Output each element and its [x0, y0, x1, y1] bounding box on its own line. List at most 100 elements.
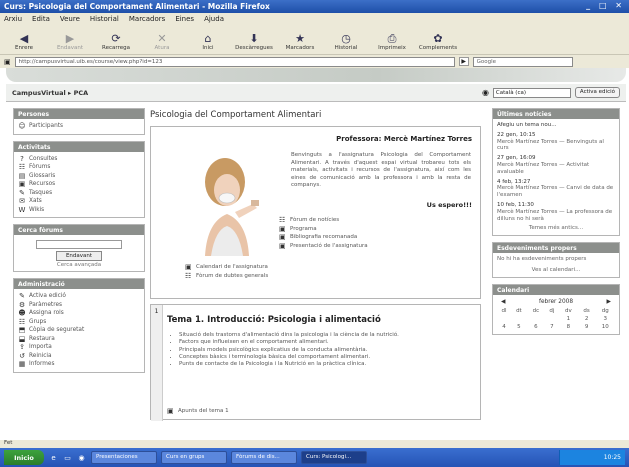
menu-item-historial[interactable]: Historial — [90, 15, 119, 23]
resource-link[interactable]: ▣ Programa — [279, 225, 368, 234]
taskbar-window-button[interactable]: Presentaciones — [91, 451, 157, 464]
globe-icon: ◉ — [481, 88, 489, 97]
calendar-day[interactable]: 2 — [578, 315, 596, 323]
news-item[interactable]: 22 gen, 10:15 Mercè Martínez Torres — Ben… — [497, 132, 615, 152]
sidebar-item-label: Participants — [29, 123, 64, 130]
calendar-day[interactable]: 6 — [527, 323, 545, 331]
resource-link[interactable]: ▣ Bibliografia recomanada — [279, 233, 368, 242]
import-icon: ⇪ — [19, 343, 25, 352]
activity-link-label: Recursos — [29, 181, 56, 188]
calendar-day[interactable]: 7 — [545, 323, 559, 331]
marcadors-button[interactable]: ★ Marcadors — [280, 32, 320, 51]
resource-link[interactable]: ▣ Calendari de l'assignatura — [185, 263, 268, 272]
forum-search-input[interactable] — [36, 240, 122, 249]
activity-link-tasques[interactable]: ✎ Tasques — [18, 189, 140, 198]
activity-link-wikis[interactable]: W Wikis — [18, 206, 140, 215]
language-select[interactable]: Català (ca) — [492, 87, 571, 98]
admin-link-grups[interactable]: ☷ Grups — [18, 318, 140, 327]
menu-item-veure[interactable]: Veure — [60, 15, 80, 23]
news-item[interactable]: 10 feb, 11:30 Mercè Martínez Torres — La … — [497, 202, 615, 222]
events-text: No hi ha esdeveniments propers — [497, 256, 587, 263]
next-month-icon[interactable]: ▶ — [607, 299, 611, 305]
inici-button[interactable]: ⌂ Inici — [188, 32, 228, 51]
enrere-button[interactable]: ◀ Enrere — [4, 32, 44, 51]
desktop-icon[interactable]: ▭ — [63, 454, 72, 462]
ie-icon[interactable]: e — [49, 454, 58, 462]
resource-link[interactable]: ▣ Presentació de l'assignatura — [279, 242, 368, 251]
window-titlebar[interactable]: Curs: Psicologia del Comportament Alimen… — [0, 0, 629, 13]
recarrega-button[interactable]: ⟳ Recarrega — [96, 32, 136, 51]
activity-link-recursos[interactable]: ▣ Recursos — [18, 180, 140, 189]
topic-section: 1 Tema 1. Introducció: Psicologia i alim… — [150, 304, 481, 421]
admin-link-activa-edici-[interactable]: ✎ Activa edició — [18, 292, 140, 301]
site-favicon: ▣ — [4, 57, 11, 66]
taskbar-window-button[interactable]: Curs: Psicologi... — [301, 451, 367, 464]
toolbar-label: Historial — [334, 45, 358, 51]
search-input[interactable]: Google — [472, 56, 573, 67]
calendar-day[interactable]: 5 — [511, 323, 527, 331]
calendar-day[interactable]: 1 — [559, 315, 578, 323]
menu-item-eines[interactable]: Eines — [175, 15, 194, 23]
resource-link[interactable]: ☷ Fòrum de dubtes generals — [185, 272, 268, 281]
activity-link-f-rums[interactable]: ☷ Fòrums — [18, 163, 140, 172]
forum-search-button[interactable]: Endavant — [56, 251, 102, 261]
news-item[interactable]: Afegiu un tema nou... — [497, 122, 615, 129]
sidebar-item-participants[interactable]: ☺ Participants — [18, 122, 140, 131]
start-button[interactable]: Inicio — [4, 450, 44, 465]
admin-link-c-pia-de-seguretat[interactable]: ⬒ Còpia de seguretat — [18, 326, 140, 335]
menu-item-arxiu[interactable]: Arxiu — [4, 15, 22, 23]
news-item[interactable]: 4 feb, 13:27 Mercè Martínez Torres — Canv… — [497, 179, 615, 199]
toolbar-label: Imprimeix — [378, 45, 406, 51]
prev-month-icon[interactable]: ◀ — [501, 299, 505, 305]
atura-button[interactable]: ✕ Atura — [142, 32, 182, 51]
calendar-day[interactable]: 9 — [578, 323, 596, 331]
endavant-button[interactable]: ▶ Endavant — [50, 32, 90, 51]
menu-item-marcadors[interactable]: Marcadors — [129, 15, 165, 23]
admin-link-assigna-rols[interactable]: ☻ Assigna rols — [18, 309, 140, 318]
calendar-day[interactable]: 4 — [497, 323, 511, 331]
menu-item-edita[interactable]: Edita — [32, 15, 50, 23]
firefox-icon[interactable]: ◉ — [77, 454, 86, 462]
taskbar-window-button[interactable]: Fòrums de dis... — [231, 451, 297, 464]
imprimeix-button[interactable]: ⎙ Imprimeix — [372, 32, 412, 51]
advanced-search-link[interactable]: Cerca avançada — [18, 262, 140, 268]
admin-link-reinicia[interactable]: ↺ Reinicia — [18, 352, 140, 361]
activity-link-xats[interactable]: ✉ Xats — [18, 197, 140, 206]
toolbar-label: Descàrregues — [235, 45, 273, 51]
taskbar-window-button[interactable]: Curs en grups — [161, 451, 227, 464]
right-column: Últimes notícies Afegiu un tema nou... 22… — [492, 108, 620, 341]
resource-label: Presentació de l'assignatura — [290, 242, 368, 249]
activity-link-consultes[interactable]: ? Consultes — [18, 155, 140, 164]
resource-link[interactable]: ☷ Fòrum de notícies — [279, 216, 368, 225]
admin-link-importa[interactable]: ⇪ Importa — [18, 343, 140, 352]
main-column: Psicologia del Comportament Alimentari P… — [150, 108, 481, 421]
edit-mode-button[interactable]: Activa edició — [574, 87, 620, 98]
windows-taskbar: Inicio e ▭ ◉ Presentaciones Curs en grups… — [0, 448, 629, 467]
news-item[interactable]: 27 gen, 16:09 Mercè Martínez Torres — Act… — [497, 155, 615, 175]
older-news-link[interactable]: Temes més antics... — [497, 225, 615, 232]
menu-item-ajuda[interactable]: Ajuda — [204, 15, 224, 23]
breadcrumb[interactable]: CampusVirtual ▸ PCA — [12, 89, 88, 97]
admin-link-restaura[interactable]: ⬓ Restaura — [18, 335, 140, 344]
topic-title: Tema 1. Introducció: Psicologia i alimen… — [167, 315, 381, 325]
calendar-day-header: dg — [601, 307, 609, 314]
toolbar-label: Marcadors — [285, 45, 315, 51]
calendar-day[interactable]: 3 — [595, 315, 615, 323]
go-button[interactable]: ▶ — [458, 57, 469, 66]
espero-text: Us espero!!! — [426, 201, 472, 209]
toolbar-label: Enrere — [14, 45, 33, 51]
calendar-day[interactable]: 8 — [559, 323, 578, 331]
go-to-calendar-link[interactable]: Ves al calendari... — [497, 267, 615, 274]
admin-link-par-metres[interactable]: ⚙ Paràmetres — [18, 301, 140, 310]
activity-link-glossaris[interactable]: ▤ Glossaris — [18, 172, 140, 181]
calendar-day — [511, 315, 527, 323]
topic-resource-link[interactable]: ▣ Apunts del tema 1 — [167, 407, 229, 416]
url-input[interactable]: http://campusvirtual.uib.es/course/view.… — [14, 56, 455, 67]
historial-button[interactable]: ◷ Historial — [326, 32, 366, 51]
calendar-day[interactable]: 10 — [595, 323, 615, 331]
descàrregues-button[interactable]: ⬇ Descàrregues — [234, 32, 274, 51]
admin-link-informes[interactable]: ▦ Informes — [18, 360, 140, 369]
complements-button[interactable]: ✿ Complements — [418, 32, 458, 51]
window-controls[interactable]: _ □ ✕ — [586, 1, 625, 10]
calendar-day — [545, 315, 559, 323]
